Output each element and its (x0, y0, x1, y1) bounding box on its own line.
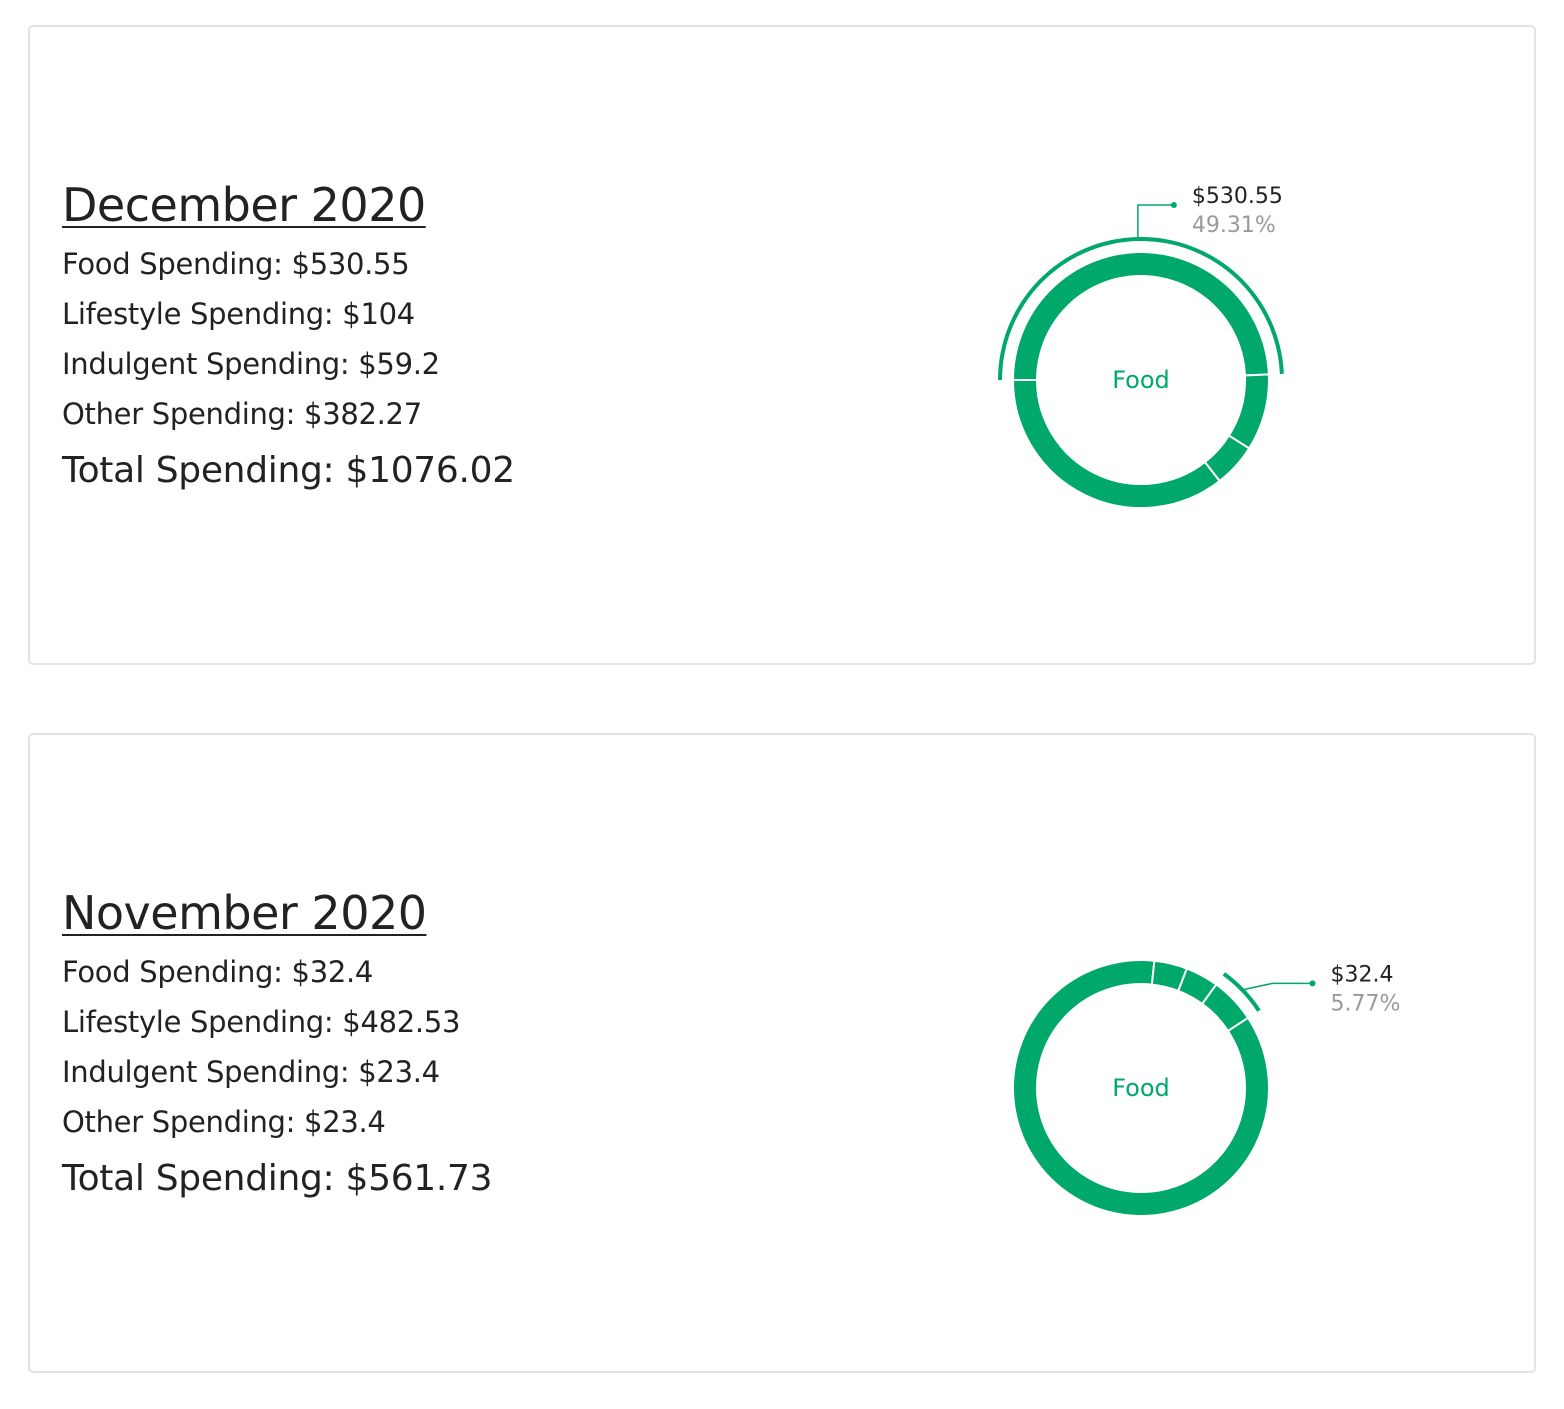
callout-percent: 49.31% (1192, 213, 1276, 238)
spending-donut-chart[interactable]: $530.55 49.31% Food (950, 147, 1330, 509)
food-spending: Food Spending: $530.55 (62, 247, 410, 281)
callout: $530.55 49.31% (1137, 184, 1283, 238)
callout-value: $530.55 (1192, 184, 1283, 209)
other-spending: Other Spending: $382.27 (62, 397, 422, 431)
lifestyle-spending: Lifestyle Spending: $104 (62, 297, 415, 331)
month-title: November 2020 (62, 886, 427, 940)
spending-summary: November 2020 Food Spending: $32.4 Lifes… (62, 883, 493, 1209)
callout-dot (1170, 202, 1177, 209)
month-card-november: November 2020 Food Spending: $32.4 Lifes… (28, 733, 1536, 1373)
callout-leader-line (1244, 982, 1313, 991)
callout-leader-line (1137, 204, 1174, 238)
total-spending: Total Spending: $561.73 (62, 1158, 493, 1199)
spending-donut-chart[interactable]: $32.4 5.77% Food (950, 855, 1400, 1217)
total-spending: Total Spending: $1076.02 (62, 450, 515, 491)
month-title: December 2020 (62, 178, 426, 232)
indulgent-spending: Indulgent Spending: $23.4 (62, 1055, 440, 1089)
callout-percent: 5.77% (1331, 991, 1401, 1016)
callout: $32.4 5.77% (1244, 962, 1401, 1016)
donut-slice-lifestyle[interactable] (1227, 373, 1270, 450)
other-spending: Other Spending: $23.4 (62, 1105, 386, 1139)
food-spending: Food Spending: $32.4 (62, 955, 374, 989)
indulgent-spending: Indulgent Spending: $59.2 (62, 347, 440, 381)
callout-dot (1309, 980, 1316, 987)
center-label: Food (1112, 1074, 1170, 1102)
lifestyle-spending: Lifestyle Spending: $482.53 (62, 1005, 461, 1039)
callout-value: $32.4 (1331, 962, 1394, 987)
spending-summary: December 2020 Food Spending: $530.55 Lif… (62, 175, 515, 501)
donut-slice-other[interactable] (1011, 379, 1222, 509)
month-card-december: December 2020 Food Spending: $530.55 Lif… (28, 25, 1536, 665)
center-label: Food (1112, 366, 1170, 394)
